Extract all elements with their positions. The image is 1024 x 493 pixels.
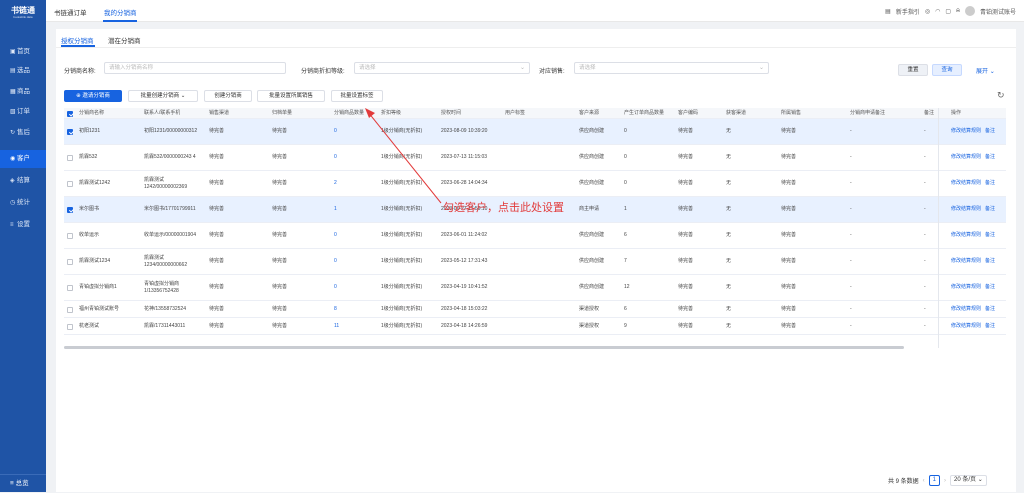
annotation-arrow-line [367,111,442,204]
annotation-arrow-head [365,108,375,118]
annotation-text: 勾选客户，点击此处设置 [443,201,564,214]
annotation-arrow [365,108,442,204]
